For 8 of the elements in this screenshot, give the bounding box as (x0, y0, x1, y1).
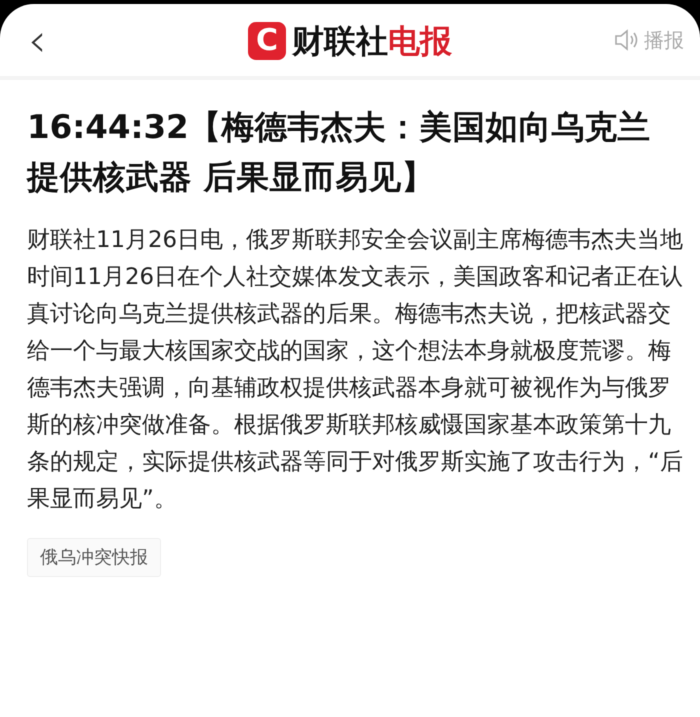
brand-subtitle: 电报 (388, 25, 452, 57)
topic-tag[interactable]: 俄乌冲突快报 (27, 538, 161, 577)
brand-name: 财联社 (292, 25, 388, 57)
speaker-icon (614, 28, 640, 52)
logo-letter: C (248, 22, 286, 60)
article-title: 16:44:32【梅德韦杰夫：美国如向乌克兰提供核武器 后果显而易见】 (27, 107, 652, 198)
article-body: 财联社11月26日电，俄罗斯联邦安全会议副主席梅德韦杰夫当地时间11月26日在个人社交媒体发文表示，美国政客和记者正在认真讨论向乌克兰提供核武器的后果。梅德韦杰夫说，把核武器交给一个与最大核国家交战的国家，这个想法本身就极度荒谬。梅德韦杰夫强调，向基辅政权提供核武器本身就可被视作为与俄罗斯的核冲突做准备。根据俄罗斯联邦核威慑国家基本政策第十九条的规定，实际提供核武器等同于对俄罗斯实施了攻击行为，“后果显而易见”。 (27, 226, 684, 514)
back-button[interactable]: ‹ (22, 17, 52, 63)
